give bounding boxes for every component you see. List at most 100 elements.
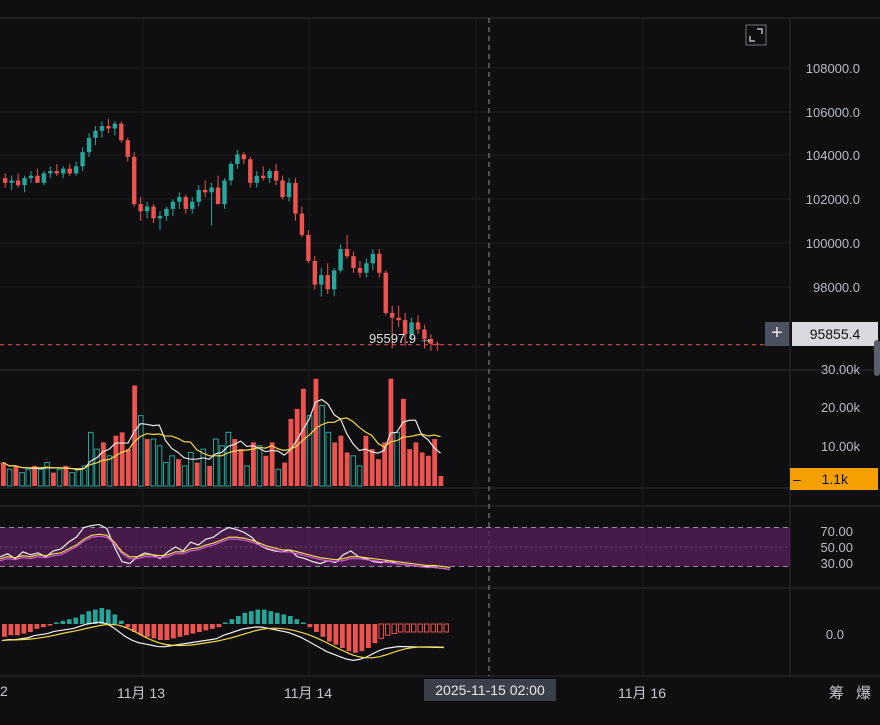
volume-bar-up — [200, 448, 207, 487]
macd-bar-positive — [60, 620, 66, 624]
current-price-badge: 95855.4 — [792, 322, 878, 346]
price-tick: 102000.0 — [805, 192, 860, 207]
volume-bar-up — [350, 455, 357, 487]
chip-distribution-button[interactable]: 筹 — [829, 682, 844, 703]
volume-bar-up — [319, 405, 325, 487]
candle-up — [22, 178, 27, 186]
candle-down — [325, 275, 330, 290]
candle-up — [86, 137, 92, 153]
candle-up — [61, 168, 66, 174]
macd-bar-negative — [177, 624, 183, 637]
volume-bar-up — [38, 468, 44, 487]
candle-down — [357, 268, 363, 273]
macd-bar-positive — [99, 608, 105, 624]
volume-bar-down — [263, 455, 269, 486]
volume-bar-down — [419, 452, 425, 486]
volume-bar-down — [132, 385, 138, 486]
macd-bar-positive — [54, 622, 59, 624]
volume-bar-up — [275, 468, 282, 487]
volume-bar-up — [25, 468, 32, 487]
macd-bar-negative — [340, 624, 345, 648]
rsi-tick: 70.00 — [820, 524, 853, 539]
volume-bar-down — [344, 452, 350, 486]
volume-bar-up — [88, 431, 94, 487]
macd-bar-negative — [15, 624, 20, 636]
fullscreen-icon[interactable] — [745, 24, 767, 46]
add-alert-button[interactable]: + — [765, 322, 789, 346]
candle-down — [202, 189, 208, 193]
volume-bar-up — [75, 468, 82, 487]
arrow-right-icon: → — [419, 331, 433, 346]
crosshair-date-label: 2025-11-15 02:00 — [424, 679, 556, 701]
candle-up — [196, 189, 201, 202]
volume-bar-up — [244, 465, 250, 487]
candle-up — [190, 201, 195, 209]
candle-up — [93, 130, 98, 138]
volume-value: 1.1k — [821, 471, 848, 487]
candle-down — [396, 317, 401, 321]
last-low-annotation: 95597.9 → — [369, 331, 433, 346]
price-scale-handle[interactable] — [874, 340, 880, 376]
macd-bar-positive — [229, 619, 235, 624]
volume-bar-down — [369, 449, 375, 486]
macd-bar-positive — [294, 619, 300, 624]
volume-bar-down — [238, 449, 244, 486]
macd-bar-negative-hollow — [411, 623, 417, 633]
volume-bar-up — [6, 468, 13, 487]
volume-bar-up — [163, 462, 169, 487]
volume-bar-down — [1, 462, 6, 486]
macd-bar-positive — [119, 620, 124, 624]
volume-ma-short — [2, 398, 441, 471]
price-tick: 106000.0 — [805, 105, 860, 120]
candle-up — [209, 187, 214, 193]
volume-bar-up — [150, 438, 157, 487]
macd-bar-positive — [275, 612, 280, 624]
volume-bar-up — [56, 468, 63, 487]
volume-bar-up — [94, 448, 100, 487]
macd-bar-negative — [190, 624, 196, 634]
candle-down — [183, 197, 188, 209]
volume-bar-up — [169, 455, 175, 487]
candle-down — [132, 156, 137, 205]
current-volume-badge: – 1.1k — [790, 468, 878, 490]
candle-down — [138, 204, 143, 212]
macd-bar-negative — [47, 624, 53, 626]
macd-bar-negative — [184, 624, 189, 636]
volume-bar-up — [181, 465, 188, 487]
candle-up — [338, 249, 343, 271]
volume-bar-down — [401, 398, 406, 486]
candle-up — [48, 171, 53, 174]
macd-bar-negative-hollow — [417, 623, 423, 633]
macd-bar-negative — [171, 624, 176, 639]
candle-down — [248, 159, 253, 183]
candle-down — [306, 234, 311, 261]
macd-bar-negative — [145, 624, 150, 637]
volume-bar-down — [194, 462, 200, 486]
macd-bar-positive — [86, 611, 92, 624]
macd-bar-negative — [307, 624, 313, 628]
macd-bar-negative-hollow — [437, 623, 443, 633]
volume-bar-up — [69, 472, 75, 487]
candle-up — [164, 208, 169, 216]
volume-bar-down — [288, 418, 294, 486]
trading-chart[interactable] — [0, 0, 880, 720]
macd-bar-negative-hollow — [430, 623, 436, 633]
macd-bar-negative — [158, 624, 163, 640]
volume-bar-up — [188, 451, 194, 487]
candle-up — [319, 275, 324, 285]
volume-bar-down — [101, 442, 106, 486]
macd-bar-negative-hollow — [443, 623, 449, 633]
macd-bar-negative — [210, 624, 215, 629]
volume-bar-down — [301, 388, 306, 486]
liquidation-button[interactable]: 爆 — [856, 682, 871, 703]
volume-bar-down — [51, 472, 56, 486]
volume-bar-down — [144, 439, 150, 486]
volume-bar-down — [13, 465, 19, 486]
volume-bar-down — [363, 435, 369, 486]
candle-down — [67, 168, 72, 174]
macd-bar-positive — [223, 622, 228, 624]
candle-down — [151, 206, 156, 219]
volume-bar-down — [313, 378, 319, 486]
chart-canvas[interactable] — [0, 0, 880, 720]
candle-down — [383, 272, 388, 313]
